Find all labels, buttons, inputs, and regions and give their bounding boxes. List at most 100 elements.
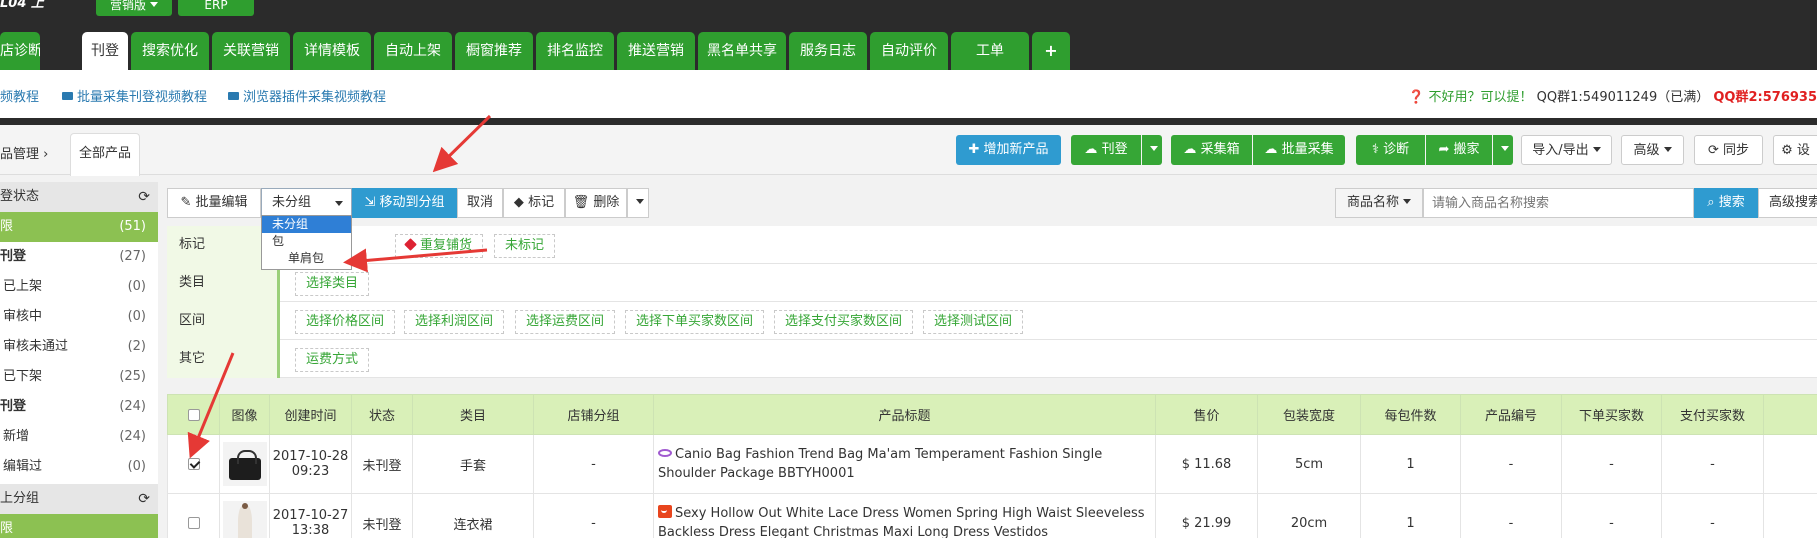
- product-title-link[interactable]: Canio Bag Fashion Trend Bag Ma'am Temper…: [658, 447, 1102, 481]
- batch-collect-button[interactable]: ☁ 批量采集: [1253, 135, 1345, 165]
- refresh-icon[interactable]: ⟳: [138, 484, 150, 514]
- column-header[interactable]: 产品编号: [1460, 394, 1562, 435]
- cancel-button[interactable]: 取消: [457, 188, 503, 218]
- sidebar-item-all[interactable]: 限 (51): [0, 212, 158, 242]
- column-header[interactable]: 图像: [219, 394, 270, 435]
- group-option-bag[interactable]: 包: [262, 233, 351, 250]
- cloud-download-icon: ☁: [1264, 142, 1278, 157]
- move-store-button[interactable]: ➦ 搬家: [1426, 135, 1492, 165]
- mark-button[interactable]: ◆ 标记: [503, 188, 565, 218]
- group-option-ungrouped[interactable]: 未分组: [262, 216, 351, 233]
- tab-related-marketing[interactable]: 关联营销: [212, 32, 290, 70]
- filter-chip-price[interactable]: 选择价格区间: [295, 310, 396, 334]
- product-thumbnail[interactable]: [222, 442, 267, 486]
- add-product-button[interactable]: ✚ 增加新产品: [956, 135, 1061, 165]
- group-option-shoulder-bag[interactable]: 单肩包: [262, 250, 351, 267]
- column-header[interactable]: 创建时间: [269, 394, 352, 435]
- edition-dropdown[interactable]: 营销版: [96, 0, 172, 16]
- group-select[interactable]: 未分组: [261, 188, 352, 218]
- tag-icon: [404, 238, 417, 251]
- advanced-dropdown[interactable]: 高级: [1621, 135, 1684, 165]
- tab-search-optimize[interactable]: 搜索优化: [131, 32, 209, 70]
- column-header[interactable]: 类目: [412, 394, 534, 435]
- product-title-link[interactable]: Sexy Hollow Out White Lace Dress Women S…: [658, 506, 1145, 538]
- sidebar-item-published[interactable]: 刊登 (27): [0, 242, 158, 272]
- tutorial-link-plugin[interactable]: 浏览器插件采集视频教程: [228, 86, 386, 105]
- search-button[interactable]: ⌕ 搜索: [1694, 188, 1758, 218]
- table-row[interactable]: 2017-10-28 09:23 未刊登 手套 - Canio Bag Fash…: [167, 434, 1817, 494]
- column-header[interactable]: 下单买家数: [1561, 394, 1662, 435]
- column-header[interactable]: 状态: [351, 394, 413, 435]
- filter-chip-shipping-method[interactable]: 运费方式: [295, 348, 370, 372]
- erp-button[interactable]: ERP: [178, 0, 254, 16]
- more-dropdown[interactable]: [627, 188, 649, 218]
- product-thumbnail[interactable]: [222, 501, 267, 538]
- tab-ticket[interactable]: 工单: [951, 32, 1029, 70]
- search-type-dropdown[interactable]: 商品名称: [1335, 188, 1423, 218]
- column-header[interactable]: 售价: [1155, 394, 1258, 435]
- column-header[interactable]: 支付买家数: [1661, 394, 1764, 435]
- column-header[interactable]: 产品标题: [653, 394, 1156, 435]
- breadcrumb[interactable]: 品管理 ›: [0, 143, 48, 162]
- import-export-dropdown[interactable]: 导入/导出: [1521, 135, 1612, 165]
- move-to-group-button[interactable]: ⇲ 移动到分组: [352, 188, 457, 218]
- tutorial-link-video[interactable]: 频教程: [0, 86, 39, 105]
- status-cell: 未刊登: [351, 493, 413, 538]
- add-tab-button[interactable]: +: [1032, 32, 1070, 70]
- filter-chip-test[interactable]: 选择测试区间: [923, 310, 1024, 334]
- filter-chip-pay-buyers[interactable]: 选择支付买家数区间: [774, 310, 914, 334]
- filter-chip-unmarked[interactable]: 未标记: [494, 234, 556, 258]
- tab-rank-monitor[interactable]: 排名监控: [536, 32, 614, 70]
- filter-chip-order-buyers[interactable]: 选择下单买家数区间: [625, 310, 765, 334]
- diagnose-button[interactable]: ⚕ 诊断: [1356, 135, 1425, 165]
- pay-buyers-cell: -: [1661, 434, 1764, 494]
- group-dropdown-list: 未分组 包 单肩包: [261, 215, 352, 270]
- publish-button[interactable]: ☁ 刊登: [1071, 135, 1141, 165]
- settings-button[interactable]: ⚙ 设: [1773, 135, 1817, 165]
- tutorial-link-batch[interactable]: 批量采集刊登视频教程: [62, 86, 207, 105]
- refresh-icon[interactable]: ⟳: [138, 182, 150, 212]
- search-input[interactable]: [1423, 188, 1694, 218]
- tab-all-products[interactable]: 全部产品: [70, 133, 140, 176]
- table-row[interactable]: 2017-10-27 13:38 未刊登 连衣裙 - Sexy Hollow O…: [167, 493, 1817, 538]
- row-checkbox[interactable]: [187, 517, 200, 529]
- column-header[interactable]: 包装宽度: [1257, 394, 1361, 435]
- tab-push-marketing[interactable]: 推送营销: [617, 32, 695, 70]
- delete-button[interactable]: 🗑 删除: [565, 188, 627, 218]
- filter-panel: ✎ 批量编辑 未分组 ⇲ 移动到分组 取消 ◆ 标记 🗑 删除 商品名称 ⌕ 搜…: [167, 182, 1817, 382]
- filter-chip-duplicate[interactable]: 重复铺货: [395, 234, 484, 258]
- tab-detail-template[interactable]: 详情模板: [293, 32, 371, 70]
- select-all-checkbox[interactable]: [187, 408, 200, 421]
- tab-window-recommend[interactable]: 橱窗推荐: [455, 32, 533, 70]
- publish-dropdown[interactable]: [1142, 135, 1162, 165]
- sync-button[interactable]: ⟳ 同步: [1694, 135, 1763, 165]
- tab-diagnose[interactable]: 店诊断: [0, 32, 40, 70]
- sidebar-item-edited[interactable]: 编辑过 (0): [0, 452, 158, 482]
- sidebar-item-listed[interactable]: 已上架 (0): [0, 272, 158, 302]
- tab-auto-review[interactable]: 自动评价: [870, 32, 948, 70]
- batch-edit-button[interactable]: ✎ 批量编辑: [167, 188, 261, 218]
- sidebar-item-rejected[interactable]: 审核未通过 (2): [0, 332, 158, 362]
- feedback-link[interactable]: ❓ 不好用？可以提！: [1408, 90, 1532, 105]
- sidebar-item-unpublished[interactable]: 刊登 (24): [0, 392, 158, 422]
- sidebar-item-group-all[interactable]: 限: [0, 514, 158, 538]
- sidebar-item-delisted[interactable]: 已下架 (25): [0, 362, 158, 392]
- sidebar-item-new[interactable]: 新增 (24): [0, 422, 158, 452]
- move-store-dropdown[interactable]: [1493, 135, 1513, 165]
- tab-service-log[interactable]: 服务日志: [789, 32, 867, 70]
- image-cell: [219, 493, 270, 538]
- tab-blacklist-share[interactable]: 黑名单共享: [698, 32, 786, 70]
- collect-box-button[interactable]: ☁ 采集箱: [1171, 135, 1252, 165]
- filter-chip-profit[interactable]: 选择利润区间: [404, 310, 505, 334]
- row-checkbox[interactable]: [187, 458, 200, 470]
- refresh-icon: ⟳: [1707, 143, 1719, 158]
- column-header[interactable]: 店铺分组: [533, 394, 654, 435]
- sidebar-item-reviewing[interactable]: 审核中 (0): [0, 302, 158, 332]
- advanced-search-button[interactable]: 高级搜索: [1758, 188, 1817, 218]
- tab-auto-listing[interactable]: 自动上架: [374, 32, 452, 70]
- tab-publish[interactable]: 刊登: [82, 32, 128, 70]
- filter-chip-shipping[interactable]: 选择运费区间: [515, 310, 616, 334]
- filter-chip-select-category[interactable]: 选择类目: [295, 272, 370, 296]
- product-no-cell: -: [1460, 493, 1562, 538]
- column-header[interactable]: 每包件数: [1360, 394, 1461, 435]
